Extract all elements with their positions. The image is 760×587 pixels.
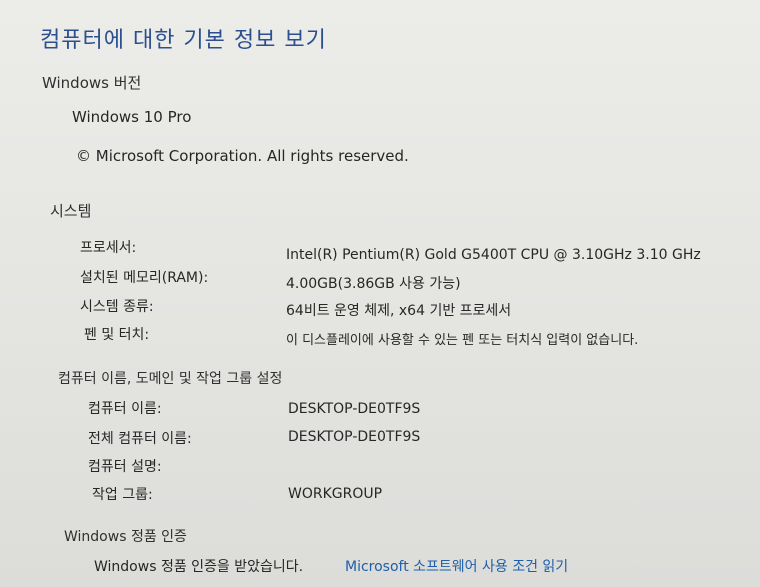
windows-edition-heading: Windows 버전 — [42, 74, 142, 92]
system-properties-page: 컴퓨터에 대한 기본 정보 보기 Windows 버전 Windows 10 P… — [0, 0, 760, 587]
page-title: 컴퓨터에 대한 기본 정보 보기 — [40, 28, 327, 53]
system-heading: 시스템 — [50, 202, 92, 220]
computer-description-label: 컴퓨터 설명: — [88, 459, 162, 475]
workgroup-value: WORKGROUP — [288, 486, 383, 502]
processor-value: Intel(R) Pentium(R) Gold G5400T CPU @ 3.… — [286, 247, 701, 263]
full-computer-name-value: DESKTOP-DE0TF9S — [288, 429, 421, 445]
processor-label: 프로세서: — [80, 240, 137, 256]
pen-touch-label: 펜 및 터치: — [84, 327, 150, 343]
license-terms-link[interactable]: Microsoft 소프트웨어 사용 조건 읽기 — [345, 556, 568, 576]
workgroup-label: 작업 그룹: — [92, 487, 153, 503]
computer-name-value: DESKTOP-DE0TF9S — [288, 401, 421, 417]
copyright-text: © Microsoft Corporation. All rights rese… — [76, 147, 409, 165]
full-computer-name-label: 전체 컴퓨터 이름: — [88, 431, 192, 447]
memory-value: 4.00GB(3.86GB 사용 가능) — [286, 276, 461, 292]
memory-label: 설치된 메모리(RAM): — [80, 270, 209, 286]
activation-heading: Windows 정품 인증 — [64, 529, 187, 545]
system-type-value: 64비트 운영 체제, x64 기반 프로세서 — [286, 303, 512, 319]
pen-touch-value: 이 디스플레이에 사용할 수 있는 펜 또는 터치식 입력이 없습니다. — [286, 333, 639, 348]
windows-edition-name: Windows 10 Pro — [72, 108, 192, 126]
activation-status-text: Windows 정품 인증을 받았습니다. — [94, 559, 304, 575]
computer-name-heading: 컴퓨터 이름, 도메인 및 작업 그룹 설정 — [58, 371, 283, 387]
computer-name-label: 컴퓨터 이름: — [88, 401, 162, 417]
system-type-label: 시스템 종류: — [80, 299, 154, 315]
